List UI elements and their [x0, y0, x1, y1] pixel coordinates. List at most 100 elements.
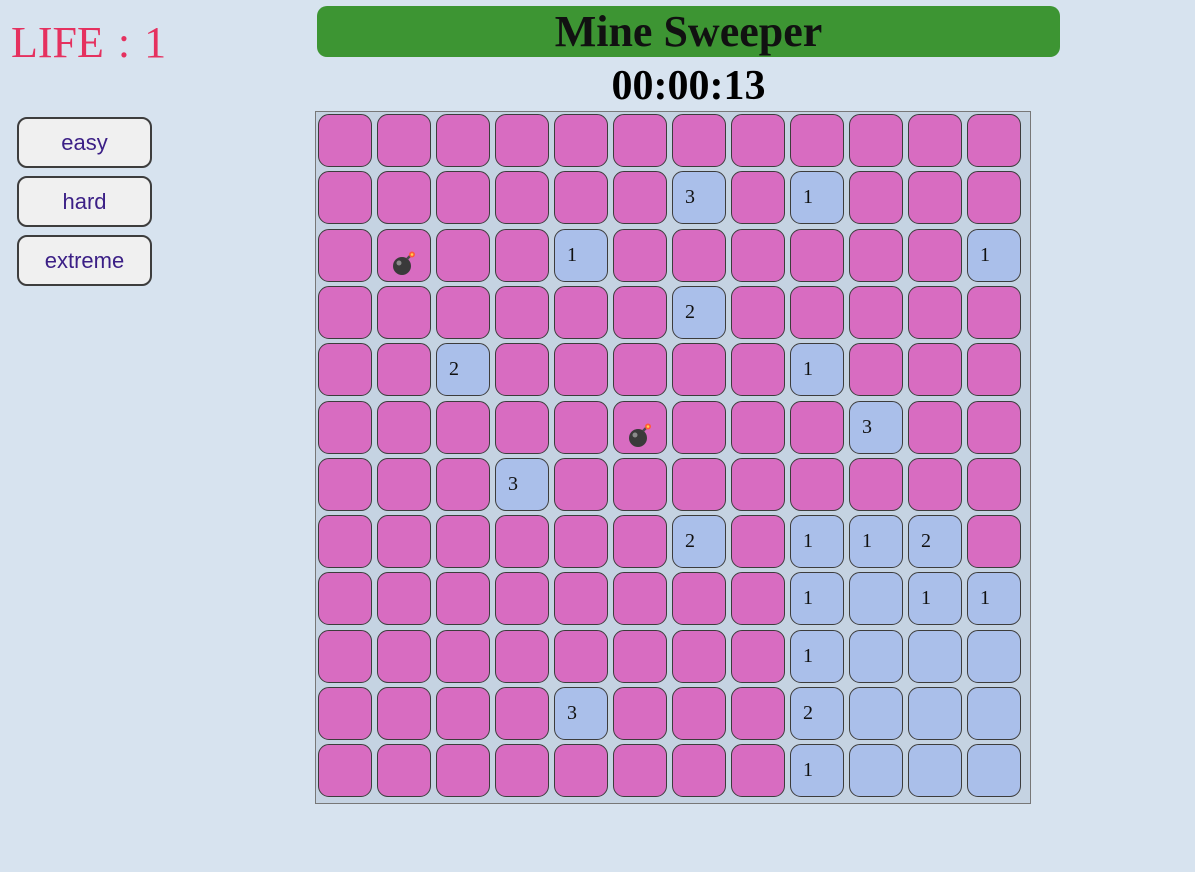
cell-hidden[interactable] — [672, 343, 726, 397]
cell-hidden[interactable] — [613, 343, 667, 397]
cell-hidden[interactable] — [731, 343, 785, 397]
cell-hidden[interactable] — [377, 114, 431, 167]
cell-hidden[interactable] — [554, 171, 608, 225]
cell-hidden[interactable] — [672, 114, 726, 167]
cell-hidden[interactable] — [849, 228, 903, 282]
cell-open[interactable] — [908, 629, 962, 683]
cell-hidden[interactable] — [731, 572, 785, 626]
cell-hidden[interactable] — [318, 400, 372, 454]
cell-number[interactable]: 3 — [495, 457, 549, 511]
cell-hidden[interactable] — [377, 687, 431, 740]
cell-hidden[interactable] — [790, 400, 844, 454]
cell-hidden[interactable] — [495, 343, 549, 397]
cell-hidden[interactable] — [377, 400, 431, 454]
cell-hidden[interactable] — [377, 457, 431, 511]
cell-hidden[interactable] — [318, 744, 372, 798]
cell-open[interactable] — [967, 744, 1021, 798]
cell-number[interactable]: 3 — [849, 400, 903, 454]
cell-hidden[interactable] — [495, 572, 549, 626]
cell-number[interactable]: 1 — [790, 515, 844, 569]
cell-hidden[interactable] — [318, 285, 372, 339]
cell-open[interactable] — [908, 744, 962, 798]
cell-hidden[interactable] — [554, 572, 608, 626]
cell-hidden[interactable] — [908, 114, 962, 167]
cell-hidden[interactable] — [495, 400, 549, 454]
cell-hidden[interactable] — [495, 228, 549, 282]
cell-number[interactable]: 1 — [790, 744, 844, 798]
cell-hidden[interactable] — [672, 572, 726, 626]
cell-hidden[interactable] — [908, 228, 962, 282]
cell-number[interactable]: 3 — [672, 171, 726, 225]
cell-bomb[interactable] — [613, 400, 667, 454]
cell-hidden[interactable] — [967, 114, 1021, 167]
cell-hidden[interactable] — [554, 629, 608, 683]
cell-hidden[interactable] — [377, 343, 431, 397]
cell-hidden[interactable] — [613, 457, 667, 511]
cell-hidden[interactable] — [495, 687, 549, 740]
cell-hidden[interactable] — [672, 400, 726, 454]
cell-hidden[interactable] — [967, 515, 1021, 569]
cell-number[interactable]: 1 — [790, 171, 844, 225]
extreme-button[interactable]: extreme — [17, 235, 152, 286]
cell-hidden[interactable] — [731, 285, 785, 339]
cell-hidden[interactable] — [908, 285, 962, 339]
cell-hidden[interactable] — [790, 457, 844, 511]
cell-hidden[interactable] — [672, 687, 726, 740]
cell-hidden[interactable] — [613, 515, 667, 569]
cell-hidden[interactable] — [554, 400, 608, 454]
cell-hidden[interactable] — [849, 171, 903, 225]
cell-hidden[interactable] — [908, 343, 962, 397]
cell-hidden[interactable] — [613, 171, 667, 225]
cell-hidden[interactable] — [554, 114, 608, 167]
cell-hidden[interactable] — [377, 515, 431, 569]
cell-hidden[interactable] — [436, 572, 490, 626]
cell-hidden[interactable] — [908, 171, 962, 225]
cell-hidden[interactable] — [849, 114, 903, 167]
cell-number[interactable]: 1 — [790, 343, 844, 397]
cell-hidden[interactable] — [377, 629, 431, 683]
cell-number[interactable]: 1 — [849, 515, 903, 569]
cell-hidden[interactable] — [436, 171, 490, 225]
cell-number[interactable]: 2 — [672, 515, 726, 569]
cell-hidden[interactable] — [436, 114, 490, 167]
cell-hidden[interactable] — [849, 343, 903, 397]
cell-hidden[interactable] — [318, 343, 372, 397]
cell-hidden[interactable] — [967, 400, 1021, 454]
cell-number[interactable]: 2 — [436, 343, 490, 397]
cell-hidden[interactable] — [495, 114, 549, 167]
cell-hidden[interactable] — [967, 171, 1021, 225]
cell-number[interactable]: 1 — [967, 228, 1021, 282]
cell-bomb[interactable] — [377, 228, 431, 282]
cell-number[interactable]: 2 — [790, 687, 844, 740]
cell-hidden[interactable] — [377, 744, 431, 798]
cell-hidden[interactable] — [908, 457, 962, 511]
cell-hidden[interactable] — [731, 114, 785, 167]
cell-hidden[interactable] — [495, 285, 549, 339]
cell-hidden[interactable] — [436, 687, 490, 740]
cell-hidden[interactable] — [318, 629, 372, 683]
cell-number[interactable]: 1 — [790, 629, 844, 683]
cell-hidden[interactable] — [318, 228, 372, 282]
cell-number[interactable]: 1 — [790, 572, 844, 626]
cell-open[interactable] — [849, 572, 903, 626]
cell-hidden[interactable] — [495, 171, 549, 225]
cell-number[interactable]: 1 — [908, 572, 962, 626]
cell-hidden[interactable] — [554, 515, 608, 569]
cell-hidden[interactable] — [731, 687, 785, 740]
cell-hidden[interactable] — [318, 114, 372, 167]
cell-hidden[interactable] — [613, 114, 667, 167]
cell-hidden[interactable] — [318, 515, 372, 569]
cell-hidden[interactable] — [436, 457, 490, 511]
cell-hidden[interactable] — [672, 228, 726, 282]
cell-hidden[interactable] — [613, 629, 667, 683]
cell-hidden[interactable] — [731, 744, 785, 798]
cell-hidden[interactable] — [967, 343, 1021, 397]
cell-hidden[interactable] — [731, 400, 785, 454]
cell-hidden[interactable] — [613, 572, 667, 626]
cell-hidden[interactable] — [318, 171, 372, 225]
cell-open[interactable] — [967, 629, 1021, 683]
cell-hidden[interactable] — [436, 228, 490, 282]
cell-hidden[interactable] — [436, 400, 490, 454]
cell-hidden[interactable] — [849, 457, 903, 511]
cell-hidden[interactable] — [554, 343, 608, 397]
